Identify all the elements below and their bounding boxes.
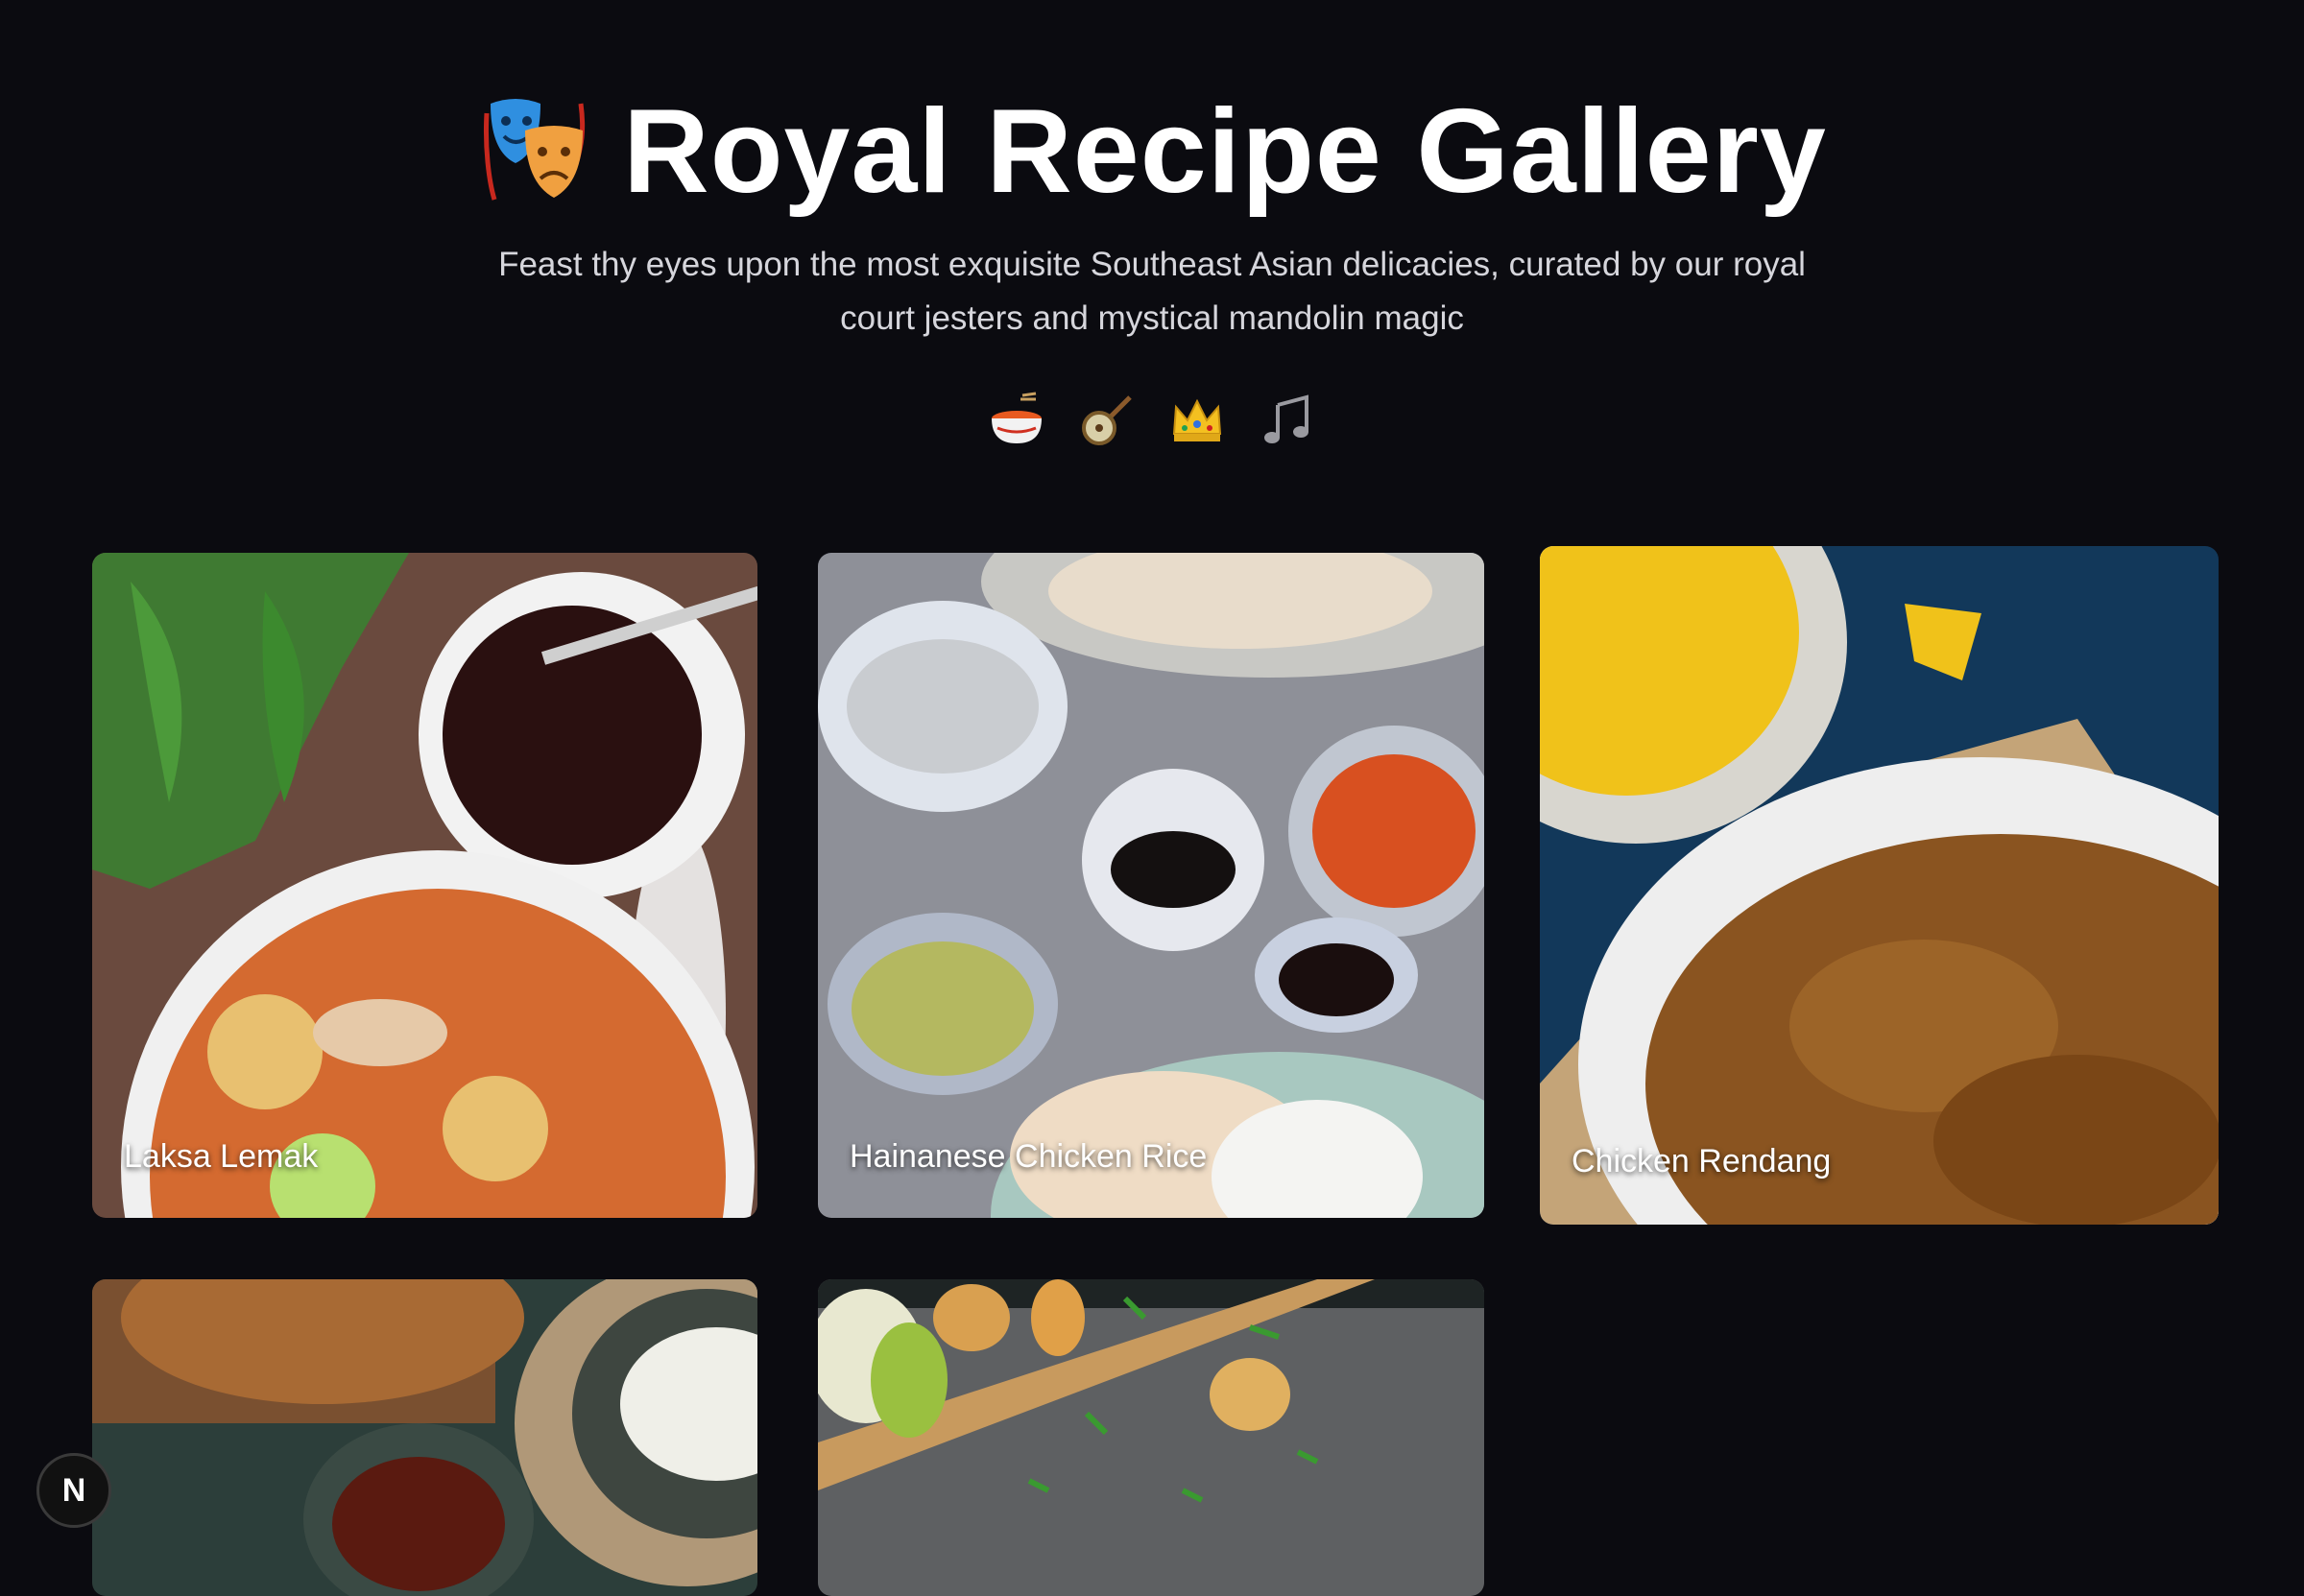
subtitle: Feast thy eyes upon the most exquisite S… — [498, 246, 1806, 337]
chicken-rice-photo — [818, 553, 1484, 1218]
tofu-board-photo — [818, 1279, 1484, 1596]
page-title: Royal Recipe Gallery — [0, 84, 2304, 219]
nextjs-icon[interactable]: N — [36, 1453, 111, 1528]
recipe-card[interactable] — [818, 1279, 1484, 1596]
music-notes-icon — [1264, 394, 1308, 443]
title-text: Royal Recipe Gallery — [623, 85, 1827, 218]
sambal-rice-photo — [92, 1279, 757, 1596]
noodle-bowl-icon — [992, 392, 1042, 443]
badge-text: N — [61, 1471, 86, 1509]
recipe-card-label: Laksa Lemak — [124, 1138, 319, 1175]
recipe-card-label: Hainanese Chicken Rice — [850, 1138, 1208, 1175]
rendang-photo — [1540, 546, 2219, 1225]
theater-masks-icon — [484, 99, 586, 201]
banjo-icon — [1082, 395, 1132, 445]
recipe-card-laksa[interactable]: Laksa Lemak — [92, 553, 757, 1218]
laksa-photo — [92, 553, 757, 1218]
recipe-card[interactable] — [92, 1279, 757, 1596]
recipe-card-chicken-rice[interactable]: Hainanese Chicken Rice — [818, 553, 1484, 1218]
emoji-row — [0, 392, 2304, 459]
recipe-card-rendang[interactable]: Chicken Rendang — [1540, 546, 2219, 1225]
crown-icon — [1172, 398, 1222, 441]
recipe-card-label: Chicken Rendang — [1572, 1143, 1832, 1179]
